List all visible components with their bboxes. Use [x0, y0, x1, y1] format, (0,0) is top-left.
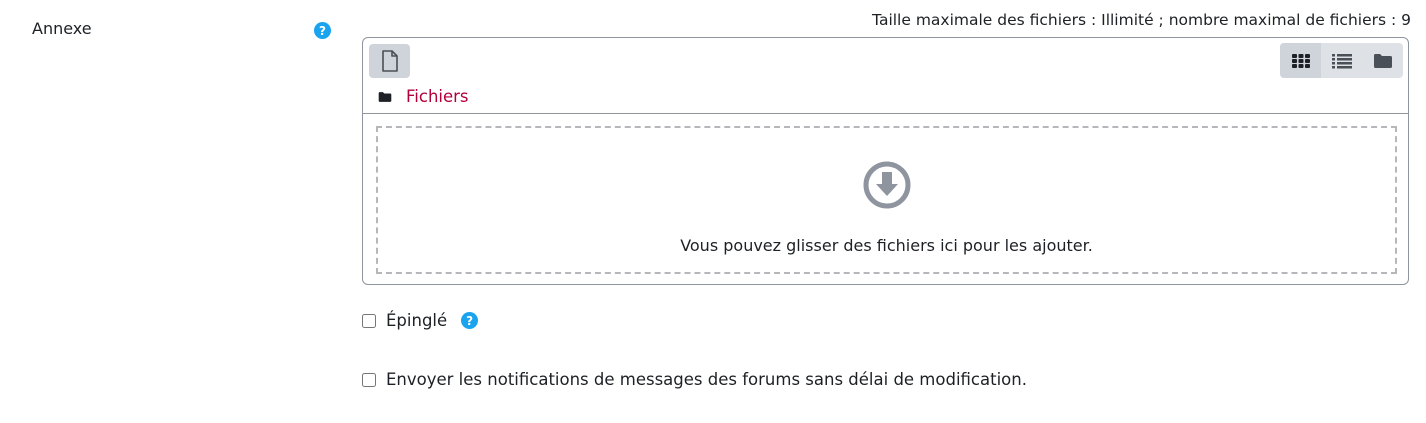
file-picker-toolbar: Fichiers [363, 38, 1408, 114]
add-file-button[interactable] [369, 44, 410, 78]
notify-row: Envoyer les notifications de messages de… [362, 370, 1027, 389]
breadcrumb-files-link[interactable]: Fichiers [406, 87, 469, 106]
help-icon[interactable]: ? [461, 312, 479, 329]
notify-immediately-checkbox[interactable] [362, 372, 376, 387]
view-mode-buttons [1280, 43, 1403, 78]
breadcrumb: Fichiers [378, 87, 469, 106]
view-icons-button[interactable] [1280, 43, 1321, 78]
attachment-label: Annexe [32, 19, 92, 38]
notify-label: Envoyer les notifications de messages de… [386, 370, 1027, 389]
file-icon [381, 50, 398, 72]
grid-icon [1291, 53, 1310, 68]
folder-icon [378, 91, 392, 102]
view-tree-button[interactable] [1362, 43, 1403, 78]
file-picker: Fichiers Vous pouvez glisser des fichier… [362, 37, 1409, 285]
folder-icon [1373, 53, 1392, 68]
drop-zone-text: Vous pouvez glisser des fichiers ici pou… [680, 236, 1093, 255]
list-icon [1331, 53, 1352, 68]
pinned-checkbox[interactable] [362, 313, 376, 328]
view-list-button[interactable] [1321, 43, 1362, 78]
pinned-label: Épinglé [386, 311, 448, 330]
download-arrow-circle-icon [863, 161, 910, 209]
help-icon[interactable]: ? [314, 22, 331, 39]
pinned-row: Épinglé ? [362, 311, 479, 330]
file-limits-text: Taille maximale des fichiers : Illimité … [872, 11, 1411, 29]
file-drop-zone[interactable]: Vous pouvez glisser des fichiers ici pou… [376, 126, 1397, 274]
